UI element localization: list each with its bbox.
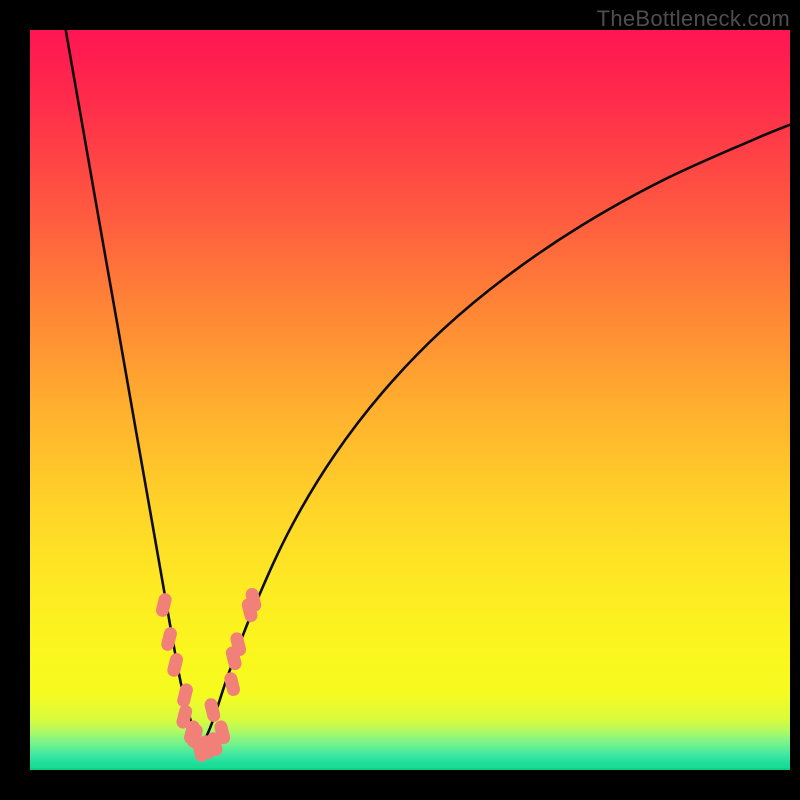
marker-point bbox=[176, 682, 194, 708]
curves-svg bbox=[30, 30, 790, 770]
marker-point bbox=[155, 592, 173, 618]
marker-point bbox=[223, 671, 241, 697]
marker-point bbox=[166, 652, 184, 678]
curve-right-curve bbox=[200, 125, 790, 750]
chart-frame: TheBottleneck.com bbox=[0, 0, 800, 800]
curve-left-curve bbox=[66, 30, 201, 750]
watermark-text: TheBottleneck.com bbox=[597, 6, 790, 32]
marker-layer bbox=[155, 587, 263, 764]
plot-area bbox=[30, 30, 790, 770]
